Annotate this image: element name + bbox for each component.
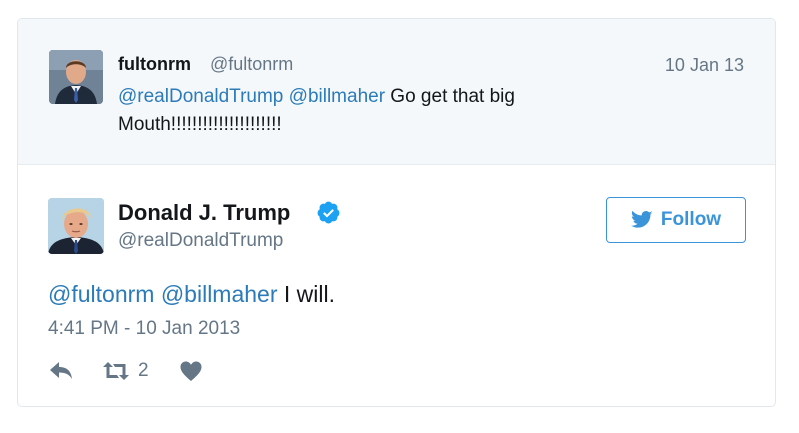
tweet-text: @fultonrm @billmaher I will. xyxy=(48,279,335,309)
reply-button[interactable] xyxy=(48,360,74,382)
author-display-name[interactable]: Donald J. Trump xyxy=(118,200,290,226)
mention-link[interactable]: @billmaher xyxy=(289,86,385,107)
author-handle[interactable]: @realDonaldTrump xyxy=(118,230,283,252)
reply-icon xyxy=(50,362,72,379)
retweet-count: 2 xyxy=(138,360,149,381)
parent-display-name[interactable]: fultonrm xyxy=(118,54,191,75)
tweet-actions: 2 xyxy=(48,357,203,385)
twitter-bird-icon xyxy=(630,210,653,228)
author-avatar[interactable] xyxy=(48,198,104,254)
retweet-icon xyxy=(103,362,129,380)
parent-avatar[interactable] xyxy=(49,50,103,104)
follow-button[interactable]: Follow xyxy=(606,197,746,243)
parent-tweet[interactable]: fultonrm @fultonrm 10 Jan 13 @realDonald… xyxy=(18,19,775,165)
embedded-tweet-card: fultonrm @fultonrm 10 Jan 13 @realDonald… xyxy=(17,18,776,407)
mention-link[interactable]: @billmaher xyxy=(161,281,278,307)
parent-handle[interactable]: @fultonrm xyxy=(210,54,293,75)
parent-tweet-text: @realDonaldTrump @billmaher Go get that … xyxy=(118,83,588,139)
heart-icon xyxy=(180,361,202,381)
mention-link[interactable]: @realDonaldTrump xyxy=(118,86,283,107)
follow-button-label: Follow xyxy=(660,209,722,230)
verified-badge-icon xyxy=(316,200,341,225)
tweet-text-body: I will. xyxy=(277,281,335,307)
mention-link[interactable]: @fultonrm xyxy=(48,281,154,307)
parent-date[interactable]: 10 Jan 13 xyxy=(665,55,744,76)
retweet-button[interactable]: 2 xyxy=(102,360,149,382)
tweet-timestamp[interactable]: 4:41 PM - 10 Jan 2013 xyxy=(48,318,240,340)
like-button[interactable] xyxy=(179,360,203,382)
